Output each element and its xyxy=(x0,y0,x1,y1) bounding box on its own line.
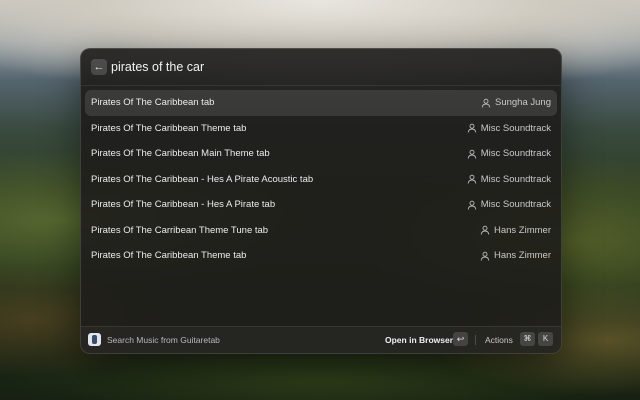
back-button[interactable]: ← xyxy=(91,59,107,75)
arrow-left-icon: ← xyxy=(93,61,105,73)
artist-name: Misc Soundtrack xyxy=(480,148,551,159)
artist-name: Sungha Jung xyxy=(495,97,551,108)
list-item[interactable]: Pirates Of The Caribbean tab Sungha Jung xyxy=(85,90,557,116)
list-item[interactable]: Pirates Of The Caribbean Theme tab Misc … xyxy=(85,116,557,142)
result-artist: Hans Zimmer xyxy=(480,225,551,236)
command-label: Search Music from Guitaretab xyxy=(107,335,220,345)
person-icon xyxy=(480,225,490,235)
search-input[interactable] xyxy=(111,57,541,77)
artist-name: Misc Soundtrack xyxy=(480,173,551,185)
result-title: Pirates Of The Caribbean Main Theme tab xyxy=(91,148,270,159)
action-bar: Search Music from Guitaretab Open in Bro… xyxy=(81,326,561,353)
artist-name: Misc Soundtrack xyxy=(480,199,551,210)
result-artist: Misc Soundtrack xyxy=(467,148,551,159)
person-icon xyxy=(481,98,491,108)
result-artist: Misc Soundtrack xyxy=(467,174,551,185)
list-item[interactable]: Pirates Of The Carribean Theme Tune tab … xyxy=(85,218,557,244)
k-key-badge: K xyxy=(538,332,553,346)
command-key-icon: ⌘ xyxy=(520,332,535,346)
person-icon xyxy=(467,149,477,159)
list-item[interactable]: Pirates Of The Caribbean Theme tab Hans … xyxy=(85,243,557,269)
actions-button[interactable]: Actions xyxy=(485,335,513,345)
guitaretab-extension-icon xyxy=(88,333,101,346)
list-item[interactable]: Pirates Of The Caribbean - Hes A Pirate … xyxy=(85,167,557,193)
result-title: Pirates Of The Caribbean Theme tab xyxy=(91,250,247,261)
result-artist: Misc Soundtrack xyxy=(467,123,551,134)
results-list: Pirates Of The Caribbean tab Sungha Jung… xyxy=(85,90,557,269)
launcher-window: ← Pirates Of The Caribbean tab Sungha Ju… xyxy=(80,48,562,354)
result-artist: Sungha Jung xyxy=(481,97,551,108)
artist-name: Misc Soundtrack xyxy=(480,122,551,134)
person-icon xyxy=(480,251,490,261)
list-item[interactable]: Pirates Of The Caribbean - Hes A Pirate … xyxy=(85,192,557,218)
result-title: Pirates Of The Caribbean tab xyxy=(91,97,215,108)
list-item[interactable]: Pirates Of The Caribbean Main Theme tab … xyxy=(85,141,557,167)
result-title: Pirates Of The Caribbean Theme tab xyxy=(91,122,247,134)
open-in-browser-button[interactable]: Open in Browser xyxy=(385,335,453,345)
result-artist: Misc Soundtrack xyxy=(467,199,551,210)
result-title: Pirates Of The Carribean Theme Tune tab xyxy=(91,224,269,236)
footer-divider xyxy=(475,335,476,345)
result-title: Pirates Of The Caribbean - Hes A Pirate … xyxy=(91,173,314,185)
result-title: Pirates Of The Caribbean - Hes A Pirate … xyxy=(91,199,276,210)
person-icon xyxy=(467,123,477,133)
person-icon xyxy=(467,200,477,210)
result-artist: Hans Zimmer xyxy=(480,250,551,261)
person-icon xyxy=(467,174,477,184)
return-key-icon: ↩ xyxy=(453,332,468,346)
artist-name: Hans Zimmer xyxy=(493,224,551,236)
search-bar: ← xyxy=(81,49,561,86)
artist-name: Hans Zimmer xyxy=(493,250,551,261)
